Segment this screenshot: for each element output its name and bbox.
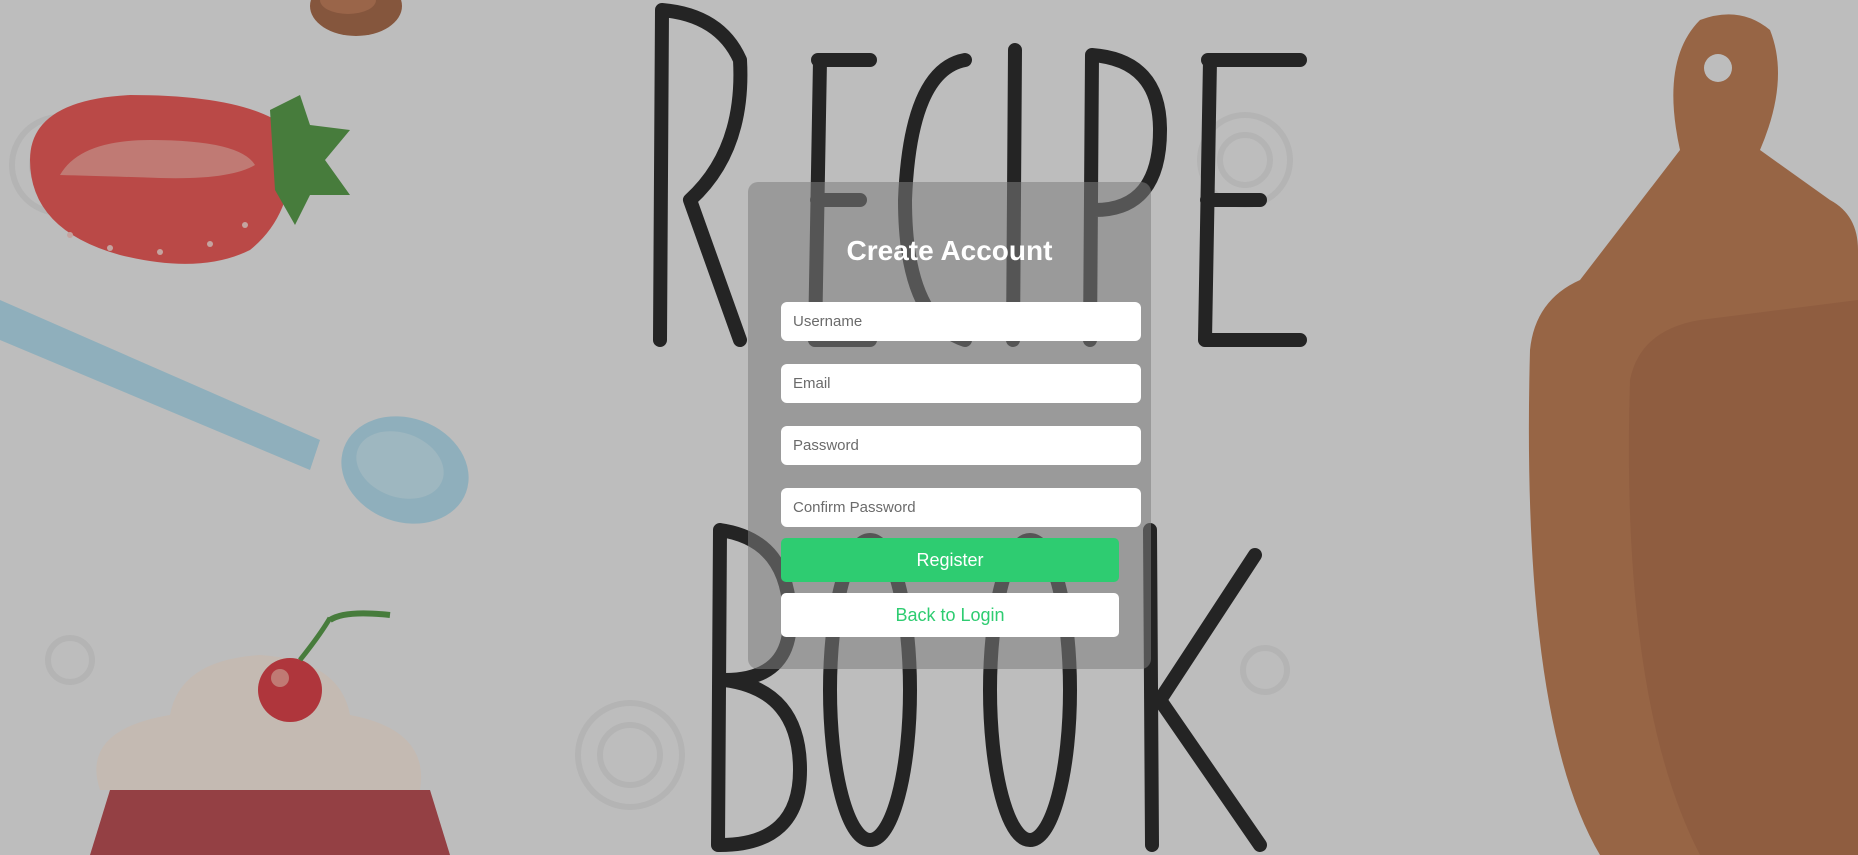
email-input[interactable] bbox=[781, 364, 1141, 403]
password-input[interactable] bbox=[781, 426, 1141, 465]
username-input[interactable] bbox=[781, 302, 1141, 341]
page-root: Create Account Register Back to Login bbox=[0, 0, 1858, 855]
register-button[interactable]: Register bbox=[781, 538, 1119, 582]
page-title: Create Account bbox=[846, 235, 1053, 266]
card-header: Create Account bbox=[748, 233, 1151, 269]
confirm-password-input[interactable] bbox=[781, 488, 1141, 527]
back-to-login-button[interactable]: Back to Login bbox=[781, 593, 1119, 637]
